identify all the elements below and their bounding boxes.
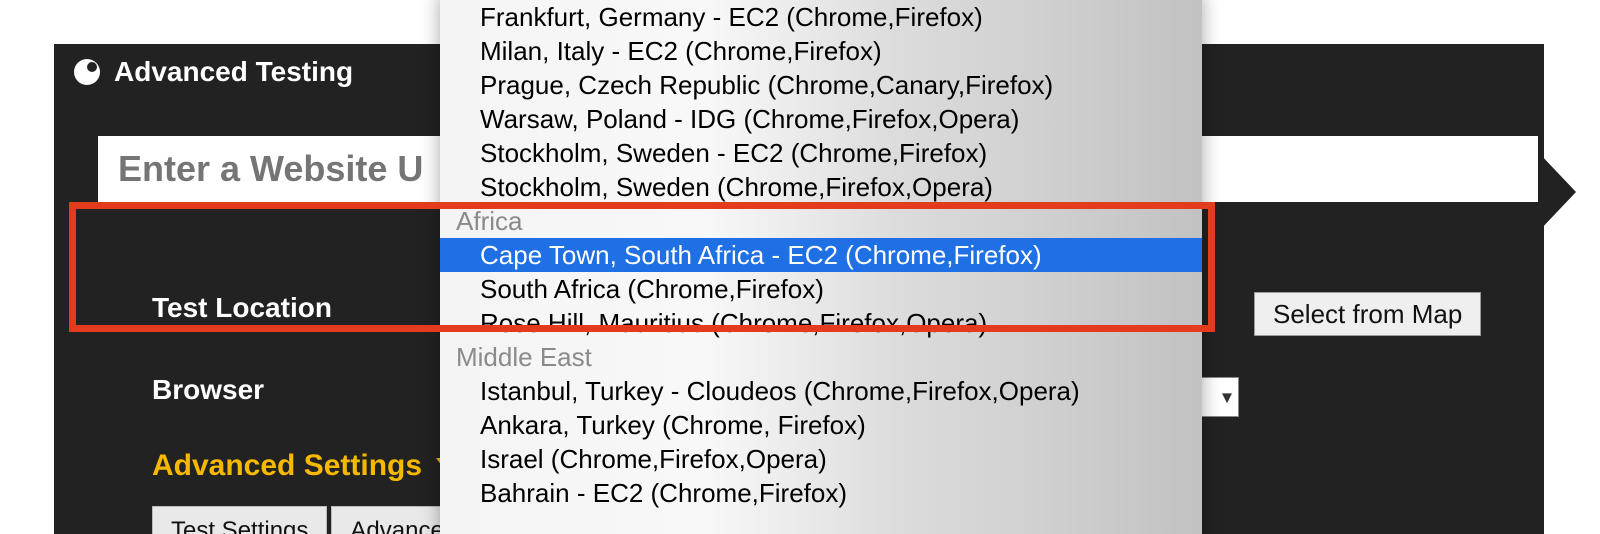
test-location-dropdown[interactable]: Amsterdam, NL - GCE (Chrome,Firefox)Fran…: [440, 0, 1202, 534]
dropdown-option[interactable]: Prague, Czech Republic (Chrome,Canary,Fi…: [440, 68, 1202, 102]
start-test-arrow-icon[interactable]: [1538, 152, 1576, 232]
test-location-label: Test Location: [152, 292, 332, 324]
dropdown-option[interactable]: Israel (Chrome,Firefox,Opera): [440, 442, 1202, 476]
advanced-settings-label: Advanced Settings: [152, 449, 422, 483]
browser-label: Browser: [152, 374, 264, 406]
dropdown-option[interactable]: Stockholm, Sweden - EC2 (Chrome,Firefox): [440, 136, 1202, 170]
select-from-map-button[interactable]: Select from Map: [1254, 292, 1481, 336]
dropdown-option[interactable]: Milan, Italy - EC2 (Chrome,Firefox): [440, 34, 1202, 68]
dropdown-option[interactable]: Bahrain - EC2 (Chrome,Firefox): [440, 476, 1202, 510]
dropdown-option[interactable]: Stockholm, Sweden (Chrome,Firefox,Opera): [440, 170, 1202, 204]
dropdown-option[interactable]: Frankfurt, Germany - EC2 (Chrome,Firefox…: [440, 0, 1202, 34]
panel-title: Advanced Testing: [114, 56, 353, 88]
settings-tabs: Test Settings Advanced: [152, 506, 476, 534]
dropdown-option[interactable]: Ankara, Turkey (Chrome, Firefox): [440, 408, 1202, 442]
dropdown-option[interactable]: Rose Hill, Mauritius (Chrome,Firefox,Ope…: [440, 306, 1202, 340]
panel-header: Advanced Testing: [54, 44, 353, 100]
dropdown-option[interactable]: South Africa (Chrome,Firefox): [440, 272, 1202, 306]
advanced-settings-toggle[interactable]: Advanced Settings: [152, 449, 460, 483]
app-logo-icon: [74, 59, 100, 85]
tab-test-settings[interactable]: Test Settings: [152, 506, 327, 534]
chevron-down-icon: ▾: [1222, 385, 1232, 410]
dropdown-group-header: Africa: [440, 204, 1202, 238]
dropdown-option[interactable]: Warsaw, Poland - IDG (Chrome,Firefox,Ope…: [440, 102, 1202, 136]
dropdown-group-header: Middle East: [440, 340, 1202, 374]
dropdown-option[interactable]: Istanbul, Turkey - Cloudeos (Chrome,Fire…: [440, 374, 1202, 408]
dropdown-option[interactable]: Cape Town, South Africa - EC2 (Chrome,Fi…: [440, 238, 1202, 272]
